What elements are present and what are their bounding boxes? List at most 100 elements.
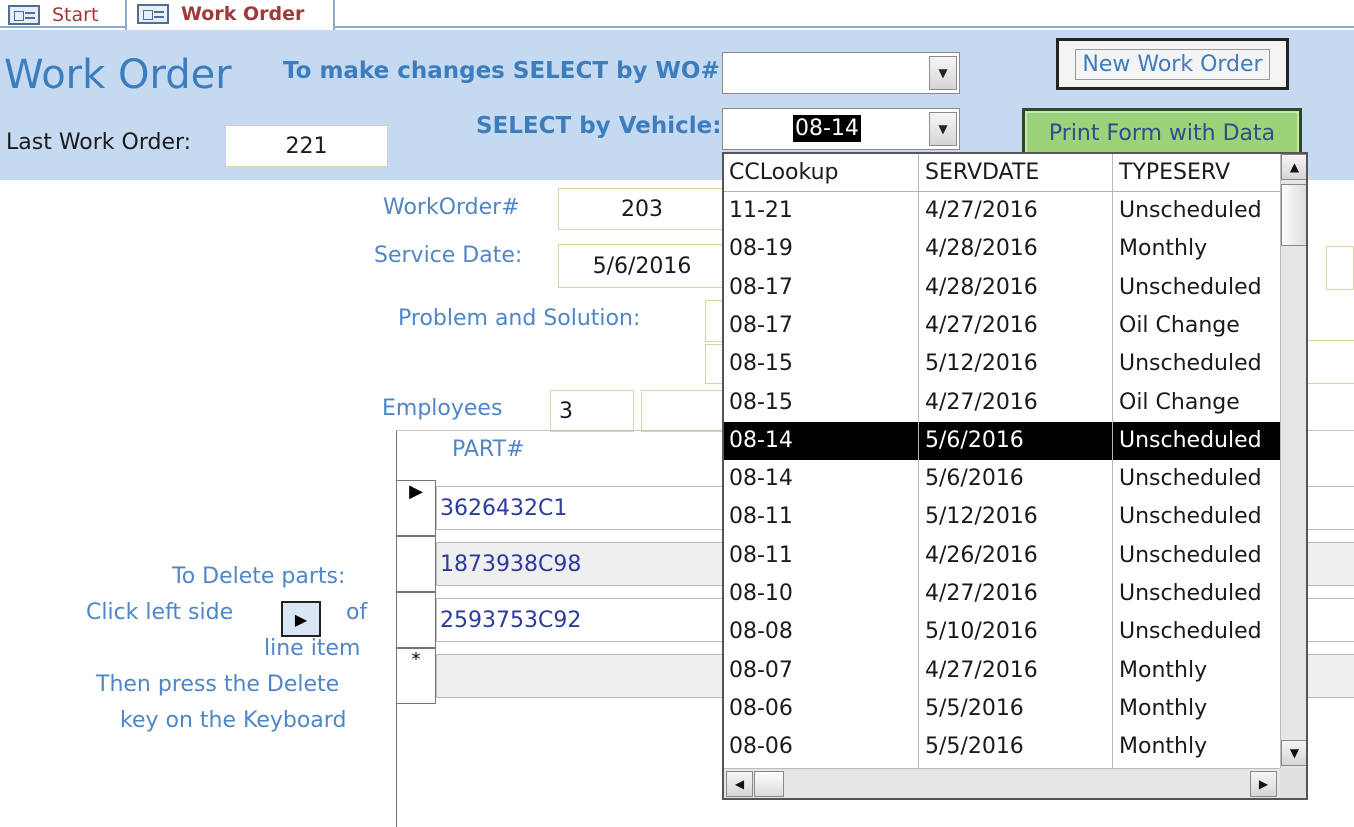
last-work-order-field: 221 [225, 125, 388, 167]
select-vehicle-combo[interactable]: 08-14 ▼ [722, 108, 960, 150]
dropdown-row[interactable]: 08-17 4/28/2016 Unscheduled [724, 269, 1280, 307]
cell-typeserv: Unscheduled [1119, 581, 1262, 606]
dropdown-row[interactable]: 08-14 5/6/2016 Unscheduled [724, 460, 1280, 498]
side-field[interactable] [1326, 246, 1354, 290]
cell-cclookup: 08-11 [729, 504, 793, 530]
dropdown-row[interactable]: 08-10 4/27/2016 Unscheduled [724, 575, 1280, 613]
dropdown-row[interactable]: 08-07 4/27/2016 Monthly [724, 652, 1280, 690]
select-vehicle-value: 08-14 [793, 115, 861, 142]
column-header-typeserv: TYPESERV [1119, 160, 1231, 185]
record-selector[interactable] [396, 592, 436, 648]
cell-servdate: 4/26/2016 [925, 542, 1038, 568]
column-divider [1112, 154, 1113, 768]
dropdown-row[interactable]: 08-15 4/27/2016 Oil Change [724, 384, 1280, 422]
horizontal-scroll-thumb[interactable] [754, 771, 784, 797]
cell-servdate: 4/27/2016 [925, 581, 1038, 606]
scroll-up-icon[interactable]: ▲ [1281, 154, 1306, 180]
cell-cclookup: 08-08 [729, 619, 793, 645]
dropdown-row[interactable]: 08-06 5/5/2016 Monthly [724, 690, 1280, 728]
new-record-selector[interactable]: * [396, 648, 436, 704]
chevron-down-icon[interactable]: ▼ [929, 112, 957, 146]
dropdown-row[interactable]: 08-17 4/27/2016 Oil Change [724, 307, 1280, 345]
scroll-down-icon[interactable]: ▼ [1281, 740, 1306, 766]
cell-servdate: 4/27/2016 [925, 312, 1038, 338]
vertical-scrollbar[interactable]: ▲ ▼ [1280, 154, 1306, 768]
dropdown-header-row: CCLookup SERVDATE TYPESERV [724, 154, 1280, 192]
cell-typeserv: Monthly [1119, 657, 1208, 683]
workorder-number-label: WorkOrder# [383, 195, 520, 220]
cell-typeserv: Unscheduled [1119, 466, 1262, 492]
form-icon [8, 5, 40, 25]
vehicle-dropdown-list[interactable]: CCLookup SERVDATE TYPESERV 11-21 4/27/201… [722, 152, 1308, 800]
new-record-icon: * [411, 649, 421, 670]
cell-cclookup: 11-21 [729, 198, 793, 223]
cell-cclookup: 08-19 [729, 236, 793, 262]
dropdown-row[interactable]: 08-08 5/10/2016 Unscheduled [724, 613, 1280, 651]
column-header-cclookup: CCLookup [729, 160, 839, 185]
cell-servdate: 5/12/2016 [925, 351, 1038, 377]
cell-servdate: 5/12/2016 [925, 504, 1038, 530]
dropdown-row[interactable]: 08-06 5/5/2016 Monthly [724, 728, 1280, 766]
instruction-line: key on the Keyboard [120, 708, 347, 733]
cell-typeserv: Unscheduled [1119, 504, 1262, 530]
scroll-left-icon[interactable]: ◀ [726, 771, 753, 797]
instruction-line: of [346, 600, 368, 625]
service-date-field[interactable]: 5/6/2016 [558, 244, 726, 288]
cell-typeserv: Oil Change [1119, 389, 1240, 415]
dropdown-row[interactable]: 08-14 5/6/2016 Unscheduled [724, 421, 1280, 460]
tab-work-order[interactable]: Work Order [125, 0, 335, 30]
new-work-order-label: New Work Order [1075, 48, 1270, 80]
select-wo-label: To make changes SELECT by WO# : [283, 58, 737, 84]
cell-servdate: 5/6/2016 [925, 427, 1024, 453]
cell-cclookup: 08-15 [729, 389, 793, 415]
cell-servdate: 5/5/2016 [925, 695, 1024, 721]
cell-servdate: 4/28/2016 [925, 236, 1038, 262]
part-row[interactable]: 2593753C92 [436, 598, 736, 642]
tab-work-order-label: Work Order [181, 3, 305, 25]
cell-typeserv: Oil Change [1119, 312, 1240, 338]
dropdown-row[interactable]: 08-19 4/28/2016 Monthly [724, 230, 1280, 268]
part-row[interactable]: 3626432C1 [436, 486, 736, 530]
record-selector[interactable] [396, 536, 436, 592]
cell-cclookup: 08-17 [729, 274, 793, 300]
cell-cclookup: 08-17 [729, 312, 793, 338]
dropdown-row[interactable]: 11-21 4/27/2016 Unscheduled [724, 192, 1280, 230]
print-form-button[interactable]: Print Form with Data [1022, 108, 1302, 158]
column-header-servdate: SERVDATE [925, 160, 1040, 185]
employee-name-field[interactable] [641, 390, 731, 432]
column-divider [918, 154, 919, 768]
select-wo-combo[interactable]: ▼ [722, 52, 960, 94]
new-work-order-button[interactable]: New Work Order [1056, 38, 1289, 90]
cell-servdate: 4/27/2016 [925, 198, 1038, 223]
part-row-tail [1307, 542, 1354, 586]
form-icon [137, 4, 169, 24]
cell-cclookup: 08-15 [729, 351, 793, 377]
dropdown-row[interactable]: 08-15 5/12/2016 Unscheduled [724, 345, 1280, 383]
chevron-down-icon[interactable]: ▼ [929, 56, 957, 90]
scrollbar-corner [1280, 768, 1306, 798]
part-row-tail [1307, 654, 1354, 698]
part-number-header: PART# [452, 437, 525, 462]
cell-typeserv: Monthly [1119, 734, 1208, 760]
tab-start-label: Start [52, 4, 99, 26]
cell-typeserv: Unscheduled [1119, 427, 1262, 453]
part-row[interactable]: 1873938C98 [436, 542, 736, 586]
tab-start[interactable]: Start [0, 0, 120, 30]
record-selector[interactable]: ▶ [396, 480, 436, 536]
cell-typeserv: Unscheduled [1119, 198, 1262, 223]
cell-cclookup: 08-14 [729, 466, 793, 492]
scroll-right-icon[interactable]: ▶ [1250, 771, 1277, 797]
workorder-number-field[interactable]: 203 [558, 188, 726, 230]
dropdown-row[interactable]: 08-11 5/12/2016 Unscheduled [724, 498, 1280, 536]
cell-typeserv: Unscheduled [1119, 351, 1262, 377]
cell-servdate: 5/5/2016 [925, 734, 1024, 760]
dropdown-row[interactable]: 08-11 4/26/2016 Unscheduled [724, 537, 1280, 575]
employees-field[interactable]: 3 [550, 390, 634, 432]
part-row-tail [1307, 598, 1354, 642]
horizontal-scrollbar[interactable]: ◀ ▶ [724, 768, 1280, 798]
vertical-scroll-thumb[interactable] [1281, 184, 1306, 246]
side-field-strip [1307, 340, 1354, 384]
part-row-new[interactable] [436, 654, 736, 698]
service-date-label: Service Date: [374, 243, 523, 268]
instruction-line: Then press the Delete [96, 672, 340, 697]
